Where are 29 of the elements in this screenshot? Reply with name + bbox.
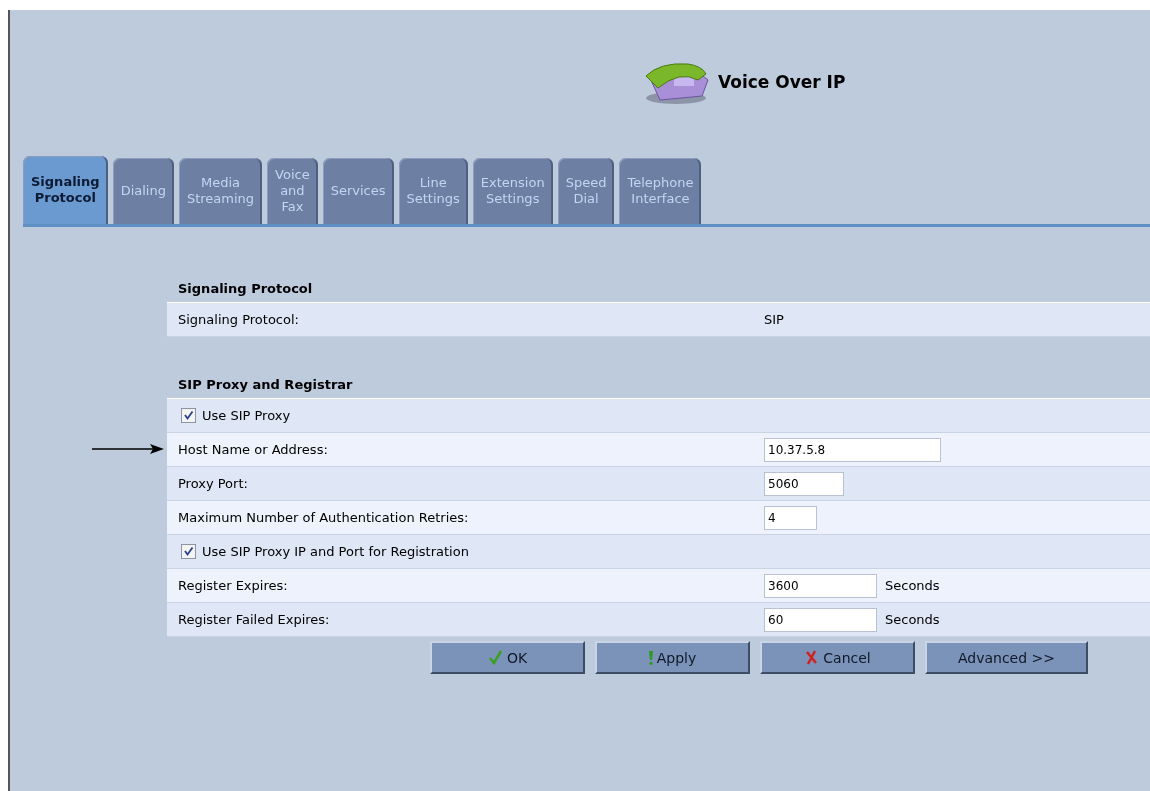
section-heading: SIP Proxy and Registrar [177,377,354,394]
input-field[interactable]: 4 [764,505,817,530]
button[interactable]: Apply [595,641,750,674]
checkbox-label: Use SIP Proxy IP and Port for Registration [202,544,469,559]
input-field[interactable]: 10.37.5.8 [764,437,941,462]
checkbox[interactable] [181,408,196,423]
unit-label: Seconds [885,612,940,627]
field-label: Signaling Protocol: [177,312,300,327]
checkbox[interactable] [181,544,196,559]
check-icon [487,650,503,665]
page-title: Voice Over IP [718,72,846,92]
input-field[interactable]: 3600 [764,573,877,598]
button[interactable]: Advanced >> [925,641,1088,674]
field-label: Maximum Number of Authentication Retries: [177,510,470,525]
field-label: Proxy Port: [177,476,249,491]
button[interactable]: Cancel [760,641,915,674]
section-heading: Signaling Protocol [177,281,314,298]
tab[interactable]: Signaling Protocol [23,156,108,224]
field-value: SIP [764,312,784,327]
field-label: Register Expires: [177,578,289,593]
button[interactable]: OK [430,641,585,674]
input-field[interactable]: 60 [764,607,877,632]
checkbox-label: Use SIP Proxy [202,408,291,423]
field-label: Host Name or Address: [177,442,329,457]
input-field[interactable]: 5060 [764,471,844,496]
unit-label: Seconds [885,578,940,593]
exclamation-icon [648,650,653,665]
cross-icon [804,650,820,665]
field-label: Register Failed Expires: [177,612,331,627]
